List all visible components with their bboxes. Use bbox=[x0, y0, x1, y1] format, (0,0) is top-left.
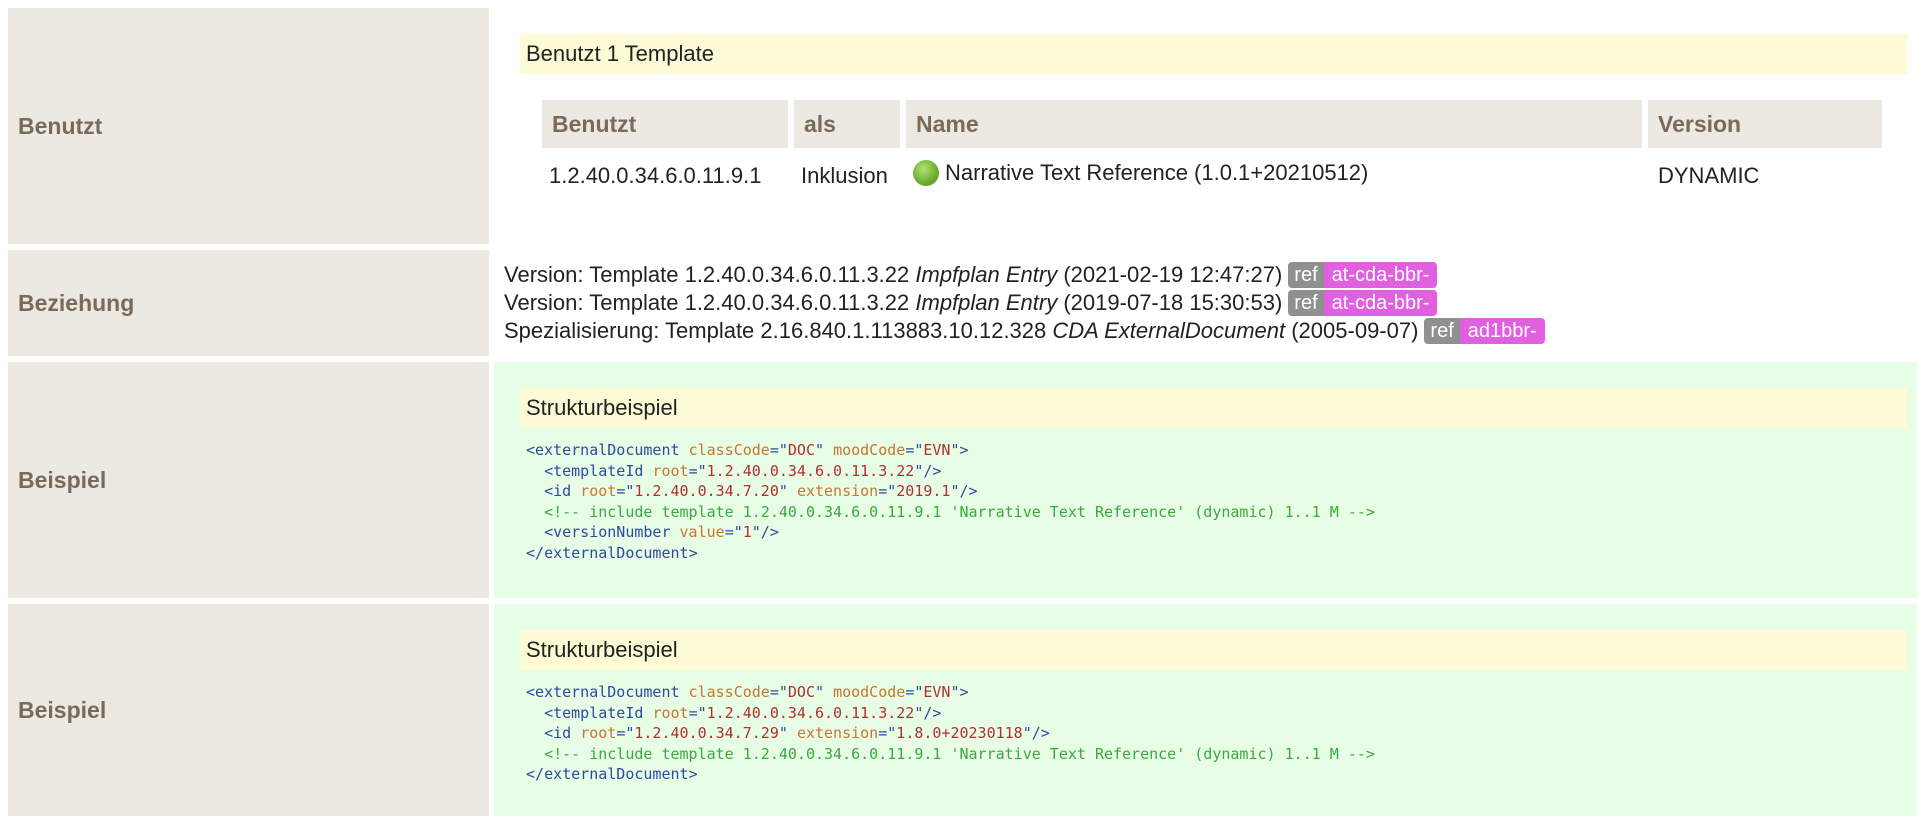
project-badge[interactable]: at-cda-bbr- bbox=[1323, 290, 1438, 316]
benutzt-box-title: Benutzt 1 Template bbox=[520, 34, 1907, 74]
beispiel-1-content: Strukturbeispiel <externalDocument class… bbox=[494, 362, 1917, 598]
row-label-beziehung: Beziehung bbox=[8, 250, 489, 356]
table-header-version: Version bbox=[1648, 100, 1882, 148]
ref-badge: ref bbox=[1288, 290, 1324, 316]
relation-template-name[interactable]: CDA ExternalDocument bbox=[1052, 318, 1285, 343]
table-header-name: Name bbox=[906, 100, 1642, 148]
table-header-benutzt: Benutzt bbox=[542, 100, 788, 148]
table-cell-template-id[interactable]: 1.2.40.0.34.6.0.11.9.1 bbox=[549, 163, 761, 189]
ref-badge: ref bbox=[1288, 262, 1324, 288]
row-label-beispiel: Beispiel bbox=[8, 604, 489, 816]
relation-line: Spezialisierung: Template 2.16.840.1.113… bbox=[504, 318, 1545, 344]
row-benutzt: Benutzt Benutzt 1 Template Benutzt als N… bbox=[0, 8, 1917, 244]
table-cell-version: DYNAMIC bbox=[1658, 163, 1760, 188]
project-badge[interactable]: at-cda-bbr- bbox=[1323, 262, 1438, 288]
project-badge[interactable]: ad1bbr- bbox=[1459, 318, 1545, 344]
ref-badge: ref bbox=[1424, 318, 1460, 344]
relation-template-name[interactable]: Impfplan Entry bbox=[915, 262, 1057, 287]
row-beziehung: Beziehung Version: Template 1.2.40.0.34.… bbox=[0, 250, 1917, 356]
row-label-benutzt: Benutzt bbox=[8, 8, 489, 244]
relation-line: Version: Template 1.2.40.0.34.6.0.11.3.2… bbox=[504, 290, 1438, 316]
example-code-1: <externalDocument classCode="DOC" moodCo… bbox=[526, 441, 1375, 562]
table-header-als: als bbox=[794, 100, 900, 148]
status-green-icon bbox=[913, 160, 939, 186]
benutzt-content: Benutzt 1 Template Benutzt als Name Vers… bbox=[494, 8, 1917, 244]
example-title: Strukturbeispiel bbox=[520, 388, 1907, 428]
beziehung-content: Version: Template 1.2.40.0.34.6.0.11.3.2… bbox=[494, 250, 1917, 356]
row-beispiel-2: Beispiel Strukturbeispiel <externalDocum… bbox=[0, 604, 1917, 816]
template-name-link[interactable]: Narrative Text Reference (1.0.1+20210512… bbox=[945, 160, 1368, 185]
table-cell-als: Inklusion bbox=[801, 163, 888, 188]
row-label-beispiel: Beispiel bbox=[8, 362, 489, 598]
relation-line: Version: Template 1.2.40.0.34.6.0.11.3.2… bbox=[504, 262, 1438, 288]
relation-template-name[interactable]: Impfplan Entry bbox=[915, 290, 1057, 315]
table-cell-name[interactable]: Narrative Text Reference (1.0.1+20210512… bbox=[913, 160, 1368, 186]
example-title: Strukturbeispiel bbox=[520, 630, 1907, 670]
beispiel-2-content: Strukturbeispiel <externalDocument class… bbox=[494, 604, 1917, 816]
example-code-2: <externalDocument classCode="DOC" moodCo… bbox=[526, 683, 1375, 783]
row-beispiel-1: Beispiel Strukturbeispiel <externalDocum… bbox=[0, 362, 1917, 598]
